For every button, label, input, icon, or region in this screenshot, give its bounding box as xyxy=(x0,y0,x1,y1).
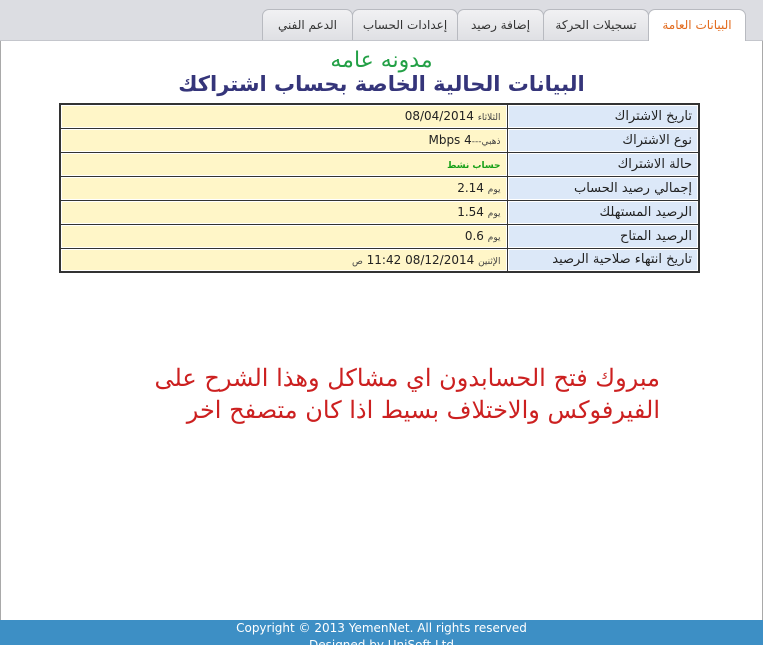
expiry-datetime: 08/12/2014 11:42 xyxy=(366,252,475,267)
row-label: تاريخ انتهاء صلاحية الرصيد xyxy=(506,247,700,273)
unit-label: يوم xyxy=(487,233,501,243)
status-badge: حساب نشط xyxy=(447,161,501,171)
tab-add-balance[interactable]: إضافة رصيد xyxy=(457,9,544,40)
table-row: إجمالي رصيد الحساب يوم 2.14 xyxy=(59,175,700,201)
row-label: نوع الاشتراك xyxy=(506,127,700,153)
row-label: تاريخ الاشتراك xyxy=(506,103,700,129)
row-value: الإثنين 08/12/2014 11:42 ص xyxy=(59,247,508,273)
speed-value: 4 Mbps xyxy=(428,133,472,147)
day-name: الإثنين xyxy=(478,256,501,267)
date-value: 08/04/2014 xyxy=(404,109,474,124)
footer: Copyright © 2013 YemenNet. All rights re… xyxy=(0,620,763,645)
blog-name: مدونه عامه xyxy=(330,48,433,73)
copyright-text: Copyright © 2013 YemenNet. All rights re… xyxy=(236,621,527,635)
row-value: يوم 1.54 xyxy=(59,199,508,225)
page-title: البيانات الحالية الخاصة بحساب اشتراكك xyxy=(178,72,585,96)
row-value: الثلاثاء 08/04/2014 xyxy=(59,103,508,129)
table-row: الرصيد المتاح يوم 0.6 xyxy=(59,223,700,249)
available-balance-value: 0.6 xyxy=(464,229,484,243)
tab-general-info[interactable]: البيانات العامة xyxy=(648,9,746,41)
tab-account-settings[interactable]: إعدادات الحساب xyxy=(352,9,458,40)
table-row: الرصيد المستهلك يوم 1.54 xyxy=(59,199,700,225)
tab-activity-log[interactable]: تسجيلات الحركة xyxy=(543,9,649,40)
window-frame xyxy=(0,0,763,644)
row-label: إجمالي رصيد الحساب xyxy=(506,175,700,201)
tab-support[interactable]: الدعم الفني xyxy=(262,9,353,40)
table-row: حالة الاشتراك حساب نشط xyxy=(59,151,700,177)
designer-credit: Designed by UniSoft Ltd xyxy=(308,638,454,645)
am-pm-label: ص xyxy=(351,256,363,267)
row-label: حالة الاشتراك xyxy=(506,151,700,177)
row-value: يوم 0.6 xyxy=(59,223,508,249)
table-row: تاريخ انتهاء صلاحية الرصيد الإثنين 08/12… xyxy=(59,247,700,273)
row-label: الرصيد المستهلك xyxy=(506,199,700,225)
row-value: يوم 2.14 xyxy=(59,175,508,201)
total-balance-value: 2.14 xyxy=(457,181,484,195)
row-label: الرصيد المتاح xyxy=(506,223,700,249)
table-row: تاريخ الاشتراك الثلاثاء 08/04/2014 xyxy=(59,103,700,129)
row-value: ذهبي---4 Mbps xyxy=(59,127,508,153)
table-row: نوع الاشتراك ذهبي---4 Mbps xyxy=(59,127,700,153)
day-name: الثلاثاء xyxy=(477,113,501,124)
subscription-info-table: تاريخ الاشتراك الثلاثاء 08/04/2014 نوع ا… xyxy=(59,103,700,273)
row-value: حساب نشط xyxy=(59,151,508,177)
package-type: ذهبي--- xyxy=(471,137,501,147)
unit-label: يوم xyxy=(487,185,501,195)
used-balance-value: 1.54 xyxy=(457,205,484,219)
unit-label: يوم xyxy=(487,209,501,219)
note-text: مبروك فتح الحسابدون اي مشاكل وهذا الشرح … xyxy=(154,364,660,424)
tab-bar: الدعم الفني إعدادات الحساب إضافة رصيد تس… xyxy=(0,0,763,41)
